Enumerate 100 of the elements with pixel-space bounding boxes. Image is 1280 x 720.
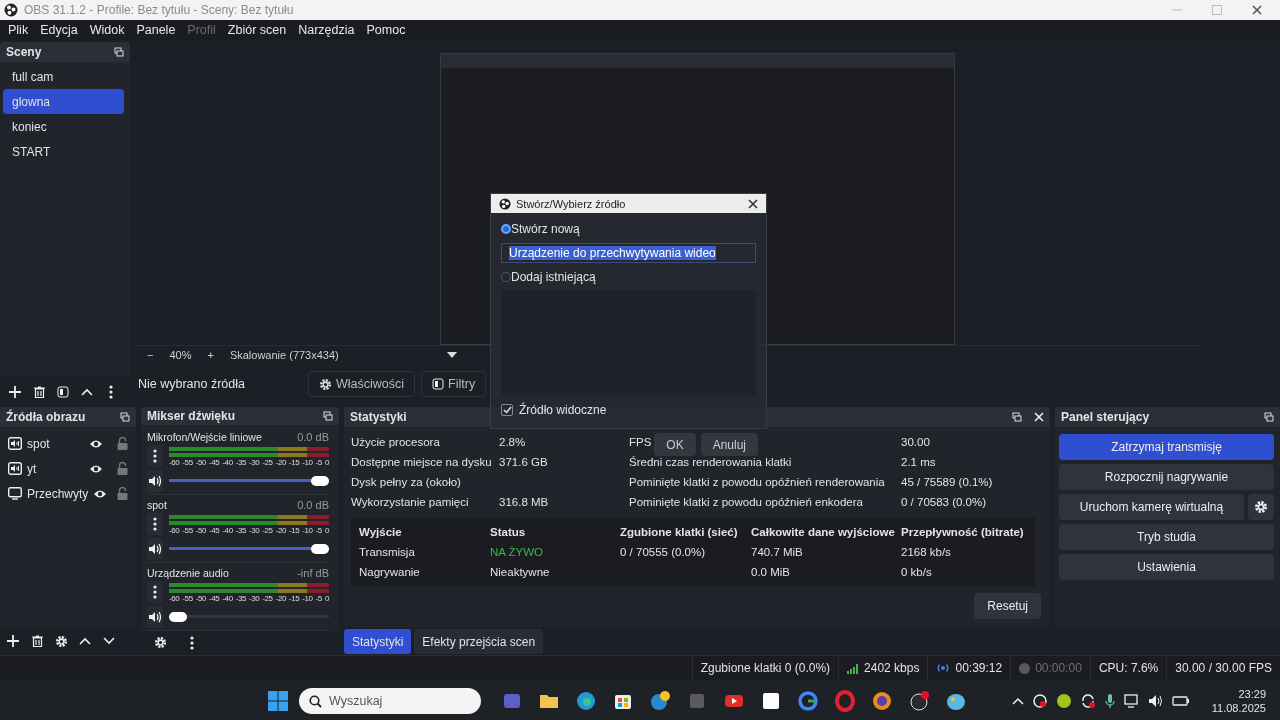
column-header: Zgubione klatki (sieć) (620, 525, 739, 540)
help-app-icon[interactable] (648, 690, 671, 712)
column-header: Całkowite dane wyjściowe (751, 525, 896, 540)
menu-icon[interactable] (153, 584, 157, 599)
sync-icon[interactable] (1079, 693, 1096, 709)
chevron-down-icon[interactable] (103, 637, 115, 645)
clock-time[interactable]: 23:29 (1238, 687, 1266, 701)
microphone-icon[interactable] (1103, 693, 1116, 709)
filter-icon[interactable] (57, 386, 69, 398)
chevron-up-icon[interactable] (1011, 697, 1024, 705)
float-icon[interactable] (120, 412, 130, 422)
scene-item[interactable]: full cam (3, 64, 124, 89)
speaker-icon[interactable] (148, 474, 162, 487)
trash-icon[interactable] (31, 635, 43, 647)
stat-value: 316.8 MB (499, 495, 549, 510)
unlocked-icon[interactable] (117, 437, 128, 450)
settings-icon[interactable] (54, 634, 68, 648)
volume-icon[interactable] (1147, 693, 1164, 709)
clock-date[interactable]: 11.08.2025 (1211, 701, 1266, 715)
browser-icon[interactable] (833, 690, 856, 712)
channel-name: spot (147, 498, 167, 511)
menu-item[interactable]: Widok (83, 23, 131, 37)
checkbox-label[interactable]: Źródło widoczne (519, 403, 607, 417)
chevron-up-icon[interactable] (81, 388, 93, 396)
menu-item[interactable]: Plik (2, 23, 35, 37)
dock-tab[interactable]: Statystyki (344, 629, 412, 654)
radio-button[interactable] (501, 224, 511, 234)
speaker-icon[interactable] (148, 542, 162, 555)
menu-icon[interactable] (153, 448, 157, 463)
unlocked-icon[interactable] (117, 462, 128, 475)
zoom-in-button[interactable]: + (199, 348, 222, 361)
eye-icon[interactable] (93, 488, 108, 499)
radio-label[interactable]: Stwórz nową (511, 222, 580, 236)
table-cell-text: 0 / 70555 (0.0%) (620, 545, 707, 560)
speaker-icon[interactable] (148, 610, 162, 623)
trash-icon[interactable] (33, 386, 45, 398)
eye-icon[interactable] (89, 438, 103, 449)
slider-thumb[interactable] (311, 543, 329, 554)
tray-icon[interactable] (1055, 693, 1072, 709)
scene-item[interactable]: glowna (3, 89, 124, 114)
float-icon[interactable] (323, 410, 333, 421)
unlocked-icon[interactable] (117, 487, 129, 500)
source-item[interactable]: yt (27, 461, 84, 476)
chevron-up-icon[interactable] (79, 637, 91, 645)
slider-thumb[interactable] (311, 475, 329, 486)
name-field[interactable]: Urządzenie do przechwytywania wideo (501, 243, 756, 263)
tray-icon[interactable] (1031, 693, 1048, 709)
control-button[interactable]: Uruchom kamerę wirtualną (1059, 494, 1244, 520)
monitor-icon (8, 487, 22, 500)
control-button[interactable]: Tryb studia (1059, 524, 1274, 550)
browser-icon[interactable] (870, 690, 893, 712)
ok-button[interactable]: OK (654, 433, 696, 456)
scene-item[interactable]: START (3, 139, 124, 164)
float-icon[interactable] (1264, 412, 1274, 422)
filters-button[interactable]: Filtry (421, 371, 487, 397)
source-item[interactable]: Przechwyty (27, 486, 89, 501)
settings-icon[interactable] (153, 636, 167, 650)
audio-meter: -60 -55 -50 -45 -40 -35 -30 -25 -20 -15 -10 -5 0 (169, 512, 329, 535)
network-icon[interactable] (1123, 693, 1140, 709)
properties-button[interactable]: Właściwości (308, 371, 416, 397)
eye-icon[interactable] (89, 463, 103, 474)
menu-item[interactable]: Zbiór scen (221, 23, 293, 37)
control-button[interactable]: Rozpocznij nagrywanie (1059, 464, 1274, 490)
battery-icon[interactable] (1171, 693, 1190, 709)
browser-icon[interactable] (574, 690, 597, 712)
settings-icon[interactable] (319, 377, 332, 391)
start-icon[interactable] (267, 690, 289, 712)
dock-title: Mikser dźwięku (147, 408, 236, 423)
float-icon[interactable] (114, 47, 124, 57)
dock-tab[interactable]: Efekty przejścia scen (414, 629, 544, 654)
menu-item[interactable]: Panele (130, 23, 182, 37)
close-icon[interactable] (1252, 5, 1262, 15)
scene-item[interactable]: koniec (3, 114, 124, 139)
float-icon[interactable] (1012, 412, 1022, 422)
cancel-button[interactable]: Anuluj (700, 433, 758, 456)
menu-icon[interactable] (153, 516, 157, 531)
slider-thumb[interactable] (169, 611, 187, 622)
column-header: Wyjście (359, 525, 403, 540)
reset-button[interactable]: Resetuj (974, 593, 1041, 619)
stat-value: 0 / 70583 (0.0%) (901, 495, 987, 510)
checkbox[interactable] (501, 404, 513, 416)
obs-app-icon[interactable] (907, 690, 930, 712)
filter-icon[interactable] (432, 378, 445, 390)
close-icon[interactable] (748, 198, 758, 209)
add-icon[interactable] (7, 635, 19, 647)
caret-icon[interactable] (446, 351, 457, 358)
control-button[interactable]: Ustawienia (1059, 554, 1274, 580)
search-field[interactable]: Wyszukaj (299, 688, 481, 714)
radio-label[interactable]: Dodaj istniejącą (511, 270, 596, 284)
source-item[interactable]: spot (27, 436, 84, 451)
virtual-camera-settings-button[interactable] (1248, 494, 1274, 520)
control-button[interactable]: Zatrzymaj transmisję (1059, 434, 1274, 460)
menu-icon[interactable] (190, 635, 194, 650)
menu-item[interactable]: Pomoc (360, 23, 412, 37)
add-icon[interactable] (9, 386, 21, 398)
zoom-out-button[interactable]: − (139, 348, 162, 361)
settings-icon[interactable] (1254, 500, 1268, 514)
menu-icon[interactable] (109, 385, 113, 399)
menu-item[interactable]: Edycja (34, 23, 84, 37)
menu-item[interactable]: Narzędzia (292, 23, 361, 37)
